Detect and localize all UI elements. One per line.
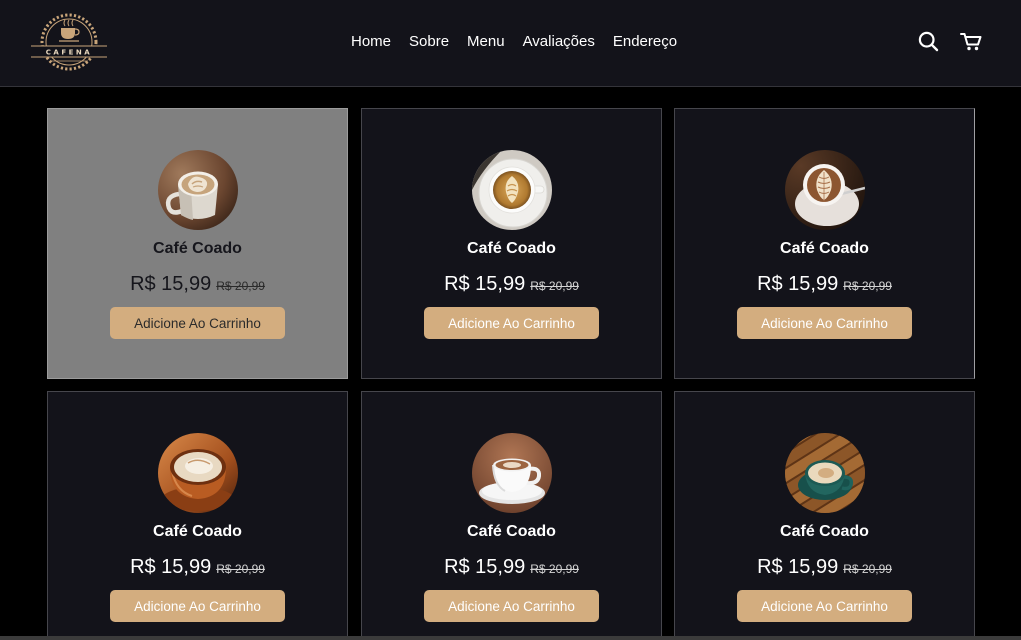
horizontal-scrollbar[interactable] <box>0 636 1021 640</box>
nav-link-endereco[interactable]: Endereço <box>613 32 677 52</box>
nav-link-avaliacoes[interactable]: Avaliações <box>523 32 595 52</box>
product-price-row: R$ 15,99 R$ 20,99 <box>362 553 661 581</box>
product-card: Café Coado R$ 15,99 R$ 20,99 Adicione Ao… <box>47 108 348 379</box>
product-name: Café Coado <box>153 240 242 257</box>
product-card: Café Coado R$ 15,99 R$ 20,99 Adicione Ao… <box>674 391 975 640</box>
rosetta-latte-cup-photo-icon <box>784 150 865 230</box>
latte-mug-photo-icon <box>157 150 238 230</box>
product-old-price: R$ 20,99 <box>216 279 265 293</box>
product-old-price: R$ 20,99 <box>843 562 892 576</box>
add-to-cart-button[interactable]: Adicione Ao Carrinho <box>110 590 285 622</box>
product-card: Café Coado R$ 15,99 R$ 20,99 Adicione Ao… <box>47 391 348 640</box>
add-to-cart-button[interactable]: Adicione Ao Carrinho <box>110 307 285 339</box>
product-name: Café Coado <box>467 240 556 257</box>
cappuccino-cup-photo-icon <box>157 433 238 513</box>
product-card: Café Coado R$ 15,99 R$ 20,99 Adicione Ao… <box>674 108 975 379</box>
product-price: R$ 15,99 <box>130 273 212 295</box>
product-grid: Café Coado R$ 15,99 R$ 20,99 Adicione Ao… <box>0 87 1021 640</box>
product-price: R$ 15,99 <box>757 556 839 578</box>
product-old-price: R$ 20,99 <box>843 279 892 293</box>
white-cup-on-saucer-photo-icon <box>471 433 552 513</box>
nav-link-sobre[interactable]: Sobre <box>409 32 449 52</box>
teal-cup-on-wooden-table-photo-icon <box>784 433 865 513</box>
product-price-row: R$ 15,99 R$ 20,99 <box>362 270 661 298</box>
add-to-cart-button[interactable]: Adicione Ao Carrinho <box>737 307 912 339</box>
coffee-cup-badge-logo-icon[interactable]: CAFENA <box>30 12 108 72</box>
nav-link-home[interactable]: Home <box>351 32 391 52</box>
add-to-cart-button[interactable]: Adicione Ao Carrinho <box>424 590 599 622</box>
add-to-cart-button[interactable]: Adicione Ao Carrinho <box>424 307 599 339</box>
product-old-price: R$ 20,99 <box>530 279 579 293</box>
product-price: R$ 15,99 <box>444 273 526 295</box>
nav-link-menu[interactable]: Menu <box>467 32 505 52</box>
search-icon[interactable] <box>918 31 939 52</box>
product-price: R$ 15,99 <box>757 273 839 295</box>
product-old-price: R$ 20,99 <box>530 562 579 576</box>
cart-icon[interactable] <box>960 32 982 51</box>
latte-cup-top-view-photo-icon <box>471 150 552 230</box>
product-name: Café Coado <box>780 523 869 540</box>
add-to-cart-button[interactable]: Adicione Ao Carrinho <box>737 590 912 622</box>
product-price-row: R$ 15,99 R$ 20,99 <box>48 270 347 298</box>
product-name: Café Coado <box>467 523 556 540</box>
product-price-row: R$ 15,99 R$ 20,99 <box>675 270 974 298</box>
product-price: R$ 15,99 <box>444 556 526 578</box>
logo-text: CAFENA <box>46 49 92 57</box>
product-name: Café Coado <box>153 523 242 540</box>
product-old-price: R$ 20,99 <box>216 562 265 576</box>
product-card: Café Coado R$ 15,99 R$ 20,99 Adicione Ao… <box>361 391 662 640</box>
main-nav: Home Sobre Menu Avaliações Endereço <box>351 32 677 52</box>
product-price-row: R$ 15,99 R$ 20,99 <box>675 553 974 581</box>
product-card: Café Coado R$ 15,99 R$ 20,99 Adicione Ao… <box>361 108 662 379</box>
product-price: R$ 15,99 <box>130 556 212 578</box>
product-name: Café Coado <box>780 240 869 257</box>
site-header: CAFENA Home Sobre Menu Avaliações Endere… <box>0 0 1021 87</box>
product-price-row: R$ 15,99 R$ 20,99 <box>48 553 347 581</box>
